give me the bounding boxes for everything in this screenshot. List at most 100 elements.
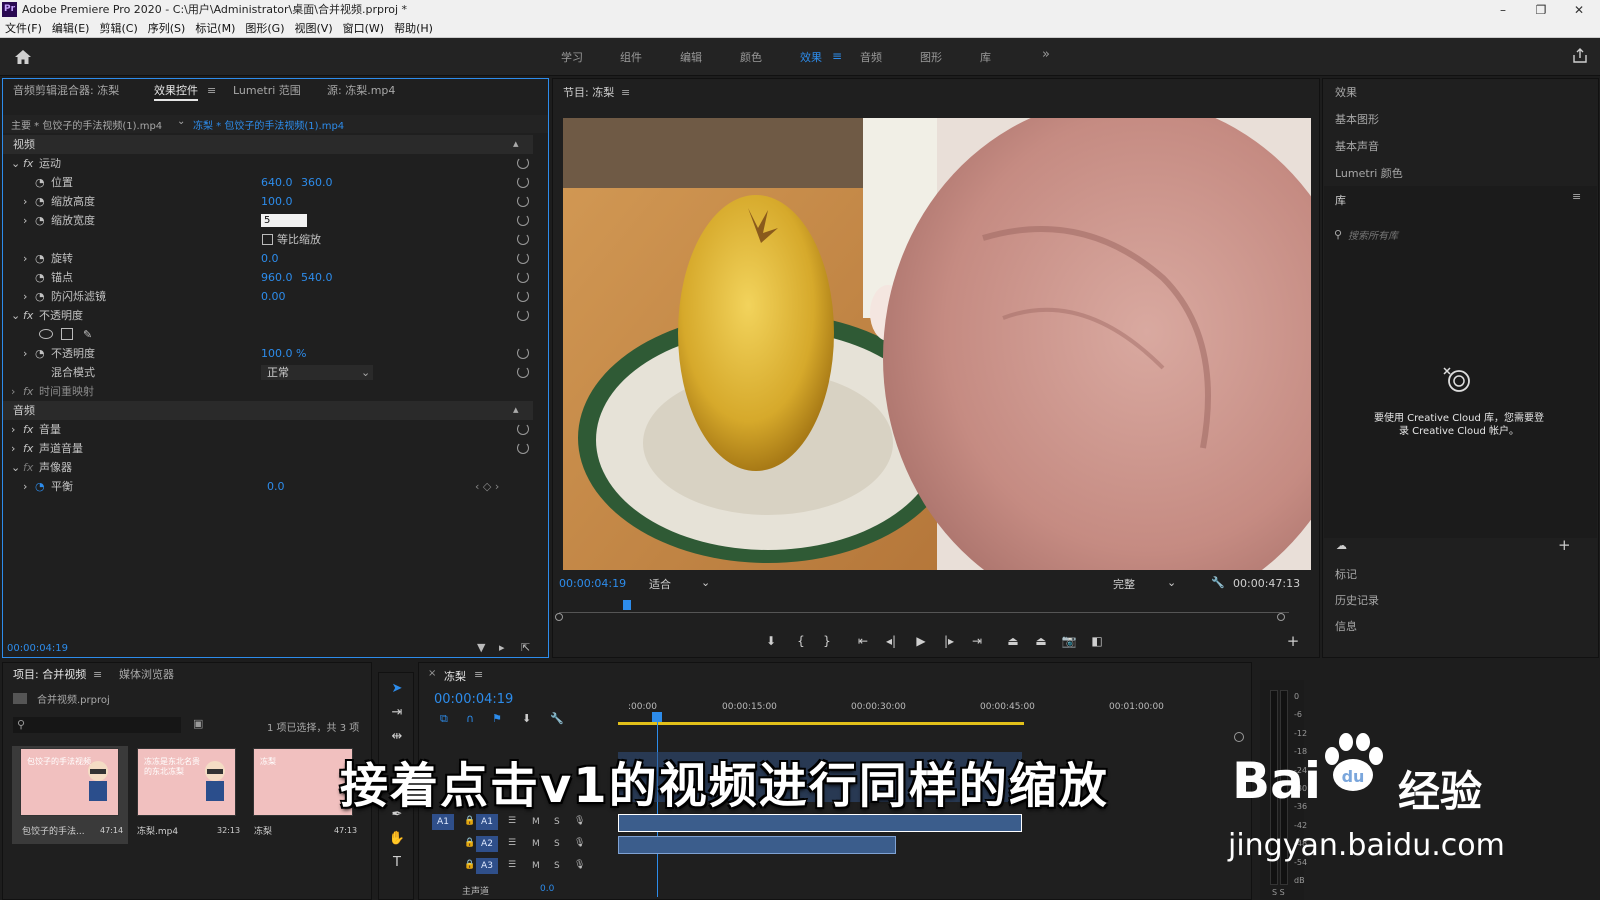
workspace-assembly[interactable]: 组件 [620, 49, 642, 65]
panel-history[interactable]: 历史记录 [1335, 592, 1379, 608]
workspace-audio[interactable]: 音频 [860, 49, 882, 65]
sync-lock-icon[interactable]: ☰ [508, 816, 516, 826]
menu-graphics[interactable]: 图形(G) [240, 20, 289, 38]
hand-tool-icon[interactable]: ✋ [388, 830, 406, 848]
mute-button[interactable]: M [532, 839, 540, 849]
channel-volume-row[interactable]: › fx 声道音量 [3, 439, 533, 458]
workspace-learn[interactable]: 学习 [561, 49, 583, 65]
master-clip-label[interactable]: 主要 * 包饺子的手法视频(1).mp4 [11, 117, 162, 132]
panel-markers[interactable]: 标记 [1335, 566, 1357, 582]
workspace-graphics[interactable]: 图形 [920, 49, 942, 65]
reset-icon[interactable] [517, 423, 529, 435]
program-video-frame[interactable] [563, 118, 1311, 570]
position-x-value[interactable]: 640.0 [261, 173, 293, 192]
menu-window[interactable]: 窗口(W) [338, 20, 389, 38]
timeline-timecode[interactable]: 00:00:04:19 [434, 692, 513, 707]
reset-icon[interactable] [517, 195, 529, 207]
zoom-handle-right[interactable] [1277, 613, 1285, 621]
scale-width-input[interactable]: 5 [261, 214, 307, 227]
tab-project-menu-icon[interactable]: ≡ [93, 663, 102, 687]
voice-over-mic-icon[interactable]: 🎙 [574, 860, 585, 870]
reset-icon[interactable] [517, 252, 529, 264]
source-patch-a1[interactable]: A1 [432, 814, 454, 830]
sync-lock-icon[interactable]: ☰ [508, 838, 516, 848]
panel-info[interactable]: 信息 [1335, 618, 1357, 634]
tab-effect-controls[interactable]: 效果控件 [154, 79, 198, 101]
tab-source[interactable]: 源: 冻梨.mp4 [327, 79, 395, 103]
project-search-input[interactable] [13, 717, 181, 733]
reset-icon[interactable] [517, 157, 529, 169]
track-label-a2[interactable]: A2 [476, 836, 498, 852]
opacity-effect-row[interactable]: ⌄ fx 不透明度 [3, 306, 533, 325]
selection-tool-icon[interactable]: ➤ [388, 680, 406, 698]
zoom-fit-select[interactable]: 适合 ⌄ [649, 576, 713, 592]
stopwatch-icon[interactable]: ◔ [35, 192, 45, 211]
stopwatch-icon[interactable]: ◔ [35, 173, 45, 192]
reset-icon[interactable] [517, 214, 529, 226]
uniform-scale-checkbox[interactable] [262, 234, 273, 245]
stopwatch-icon[interactable]: ◔ [35, 249, 45, 268]
home-icon[interactable] [14, 49, 32, 65]
menu-sequence[interactable]: 序列(S) [143, 20, 191, 38]
menu-marker[interactable]: 标记(M) [190, 20, 240, 38]
program-time-ruler[interactable] [559, 605, 1289, 613]
stopwatch-icon[interactable]: ◔ [35, 211, 45, 230]
panner-row[interactable]: ⌄ fx 声像器 [3, 458, 533, 477]
tab-effect-controls-menu-icon[interactable]: ≡ [207, 79, 216, 103]
mute-button[interactable]: M [532, 861, 540, 871]
step-forward-icon[interactable]: |▸ [941, 633, 957, 649]
workspace-more-icon[interactable]: » [1042, 47, 1050, 62]
menu-help[interactable]: 帮助(H) [389, 20, 438, 38]
maximize-button[interactable]: ❐ [1526, 0, 1556, 20]
lock-icon[interactable]: 🔒 [464, 816, 475, 826]
tab-project[interactable]: 项目: 合并视频 [13, 663, 86, 687]
workspace-effects[interactable]: 效果 [800, 49, 822, 65]
comparison-view-icon[interactable]: ◧ [1089, 633, 1105, 649]
tab-audio-clip-mixer[interactable]: 音频剪辑混合器: 冻梨 [13, 79, 119, 103]
project-thumb-2[interactable]: 冻冻是东北名贵的东北冻梨 [137, 748, 236, 816]
filter-icon[interactable]: ▼ [477, 641, 485, 654]
timeline-menu-icon[interactable]: ≡ [474, 668, 483, 681]
solo-button[interactable]: S [554, 817, 560, 827]
cloud-sync-icon[interactable]: ☁ [1336, 539, 1347, 552]
workspace-editing[interactable]: 编辑 [680, 49, 702, 65]
workspace-color[interactable]: 颜色 [740, 49, 762, 65]
close-sequence-icon[interactable]: × [428, 668, 436, 679]
add-marker-icon[interactable]: ⬇ [763, 633, 779, 649]
libraries-menu-icon[interactable]: ≡ [1572, 190, 1581, 203]
new-bin-icon[interactable]: ▣ [193, 717, 203, 730]
extract-icon[interactable]: ⏏ [1033, 633, 1049, 649]
meter-solo-labels[interactable]: S S [1272, 888, 1285, 897]
timeline-marker-icon[interactable]: ⬇ [522, 712, 531, 725]
tab-lumetri-scopes[interactable]: Lumetri 范围 [233, 79, 301, 103]
menu-clip[interactable]: 剪辑(C) [94, 20, 142, 38]
menu-edit[interactable]: 编辑(E) [47, 20, 95, 38]
play-icon[interactable]: ▶ [913, 633, 929, 649]
mark-in-icon[interactable]: { [793, 633, 809, 649]
lock-icon[interactable]: 🔒 [464, 860, 475, 870]
chevron-down-icon[interactable]: ⌄ [177, 116, 185, 127]
mute-button[interactable]: M [532, 817, 540, 827]
library-search-input[interactable] [1348, 227, 1568, 245]
track-label-a3[interactable]: A3 [476, 858, 498, 874]
solo-button[interactable]: S [554, 861, 560, 871]
audio-clip-a1[interactable] [618, 814, 1022, 832]
reset-icon[interactable] [517, 290, 529, 302]
menu-view[interactable]: 视图(V) [290, 20, 338, 38]
ripple-edit-tool-icon[interactable]: ⇹ [388, 728, 406, 746]
sequence-clip-label[interactable]: 冻梨 * 包饺子的手法视频(1).mp4 [193, 117, 344, 132]
scale-height-value[interactable]: 100.0 [261, 192, 293, 211]
project-thumb-3[interactable]: 冻梨 [253, 748, 353, 816]
reset-icon[interactable] [517, 366, 529, 378]
work-area-bar[interactable] [618, 722, 1024, 725]
share-icon[interactable] [1572, 48, 1588, 64]
panel-lumetri-color[interactable]: Lumetri 颜色 [1335, 165, 1403, 181]
balance-value[interactable]: 0.0 [267, 477, 285, 496]
anchor-x-value[interactable]: 960.0 [261, 268, 293, 287]
go-to-in-icon[interactable]: ⇤ [855, 633, 871, 649]
blend-mode-select[interactable]: 正常 [261, 365, 373, 380]
voice-over-mic-icon[interactable]: 🎙 [574, 816, 585, 826]
panel-essential-graphics[interactable]: 基本图形 [1335, 111, 1379, 127]
menu-file[interactable]: 文件(F) [0, 20, 47, 38]
rectangle-mask-icon[interactable] [61, 328, 73, 340]
